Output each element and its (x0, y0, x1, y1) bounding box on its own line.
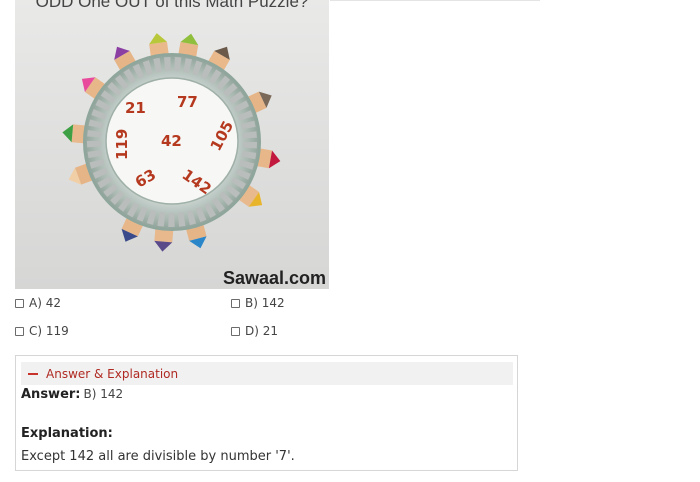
answer-panel: Answer & Explanation Answer: B) 142 Expla… (15, 355, 518, 471)
option-d[interactable]: D) 21 (231, 324, 278, 338)
option-d-label: D) 21 (245, 324, 279, 338)
checkbox-b[interactable] (231, 298, 240, 308)
number-77: 77 (177, 93, 198, 111)
answer-value: B) 142 (83, 387, 124, 401)
collapse-minus-icon (28, 372, 38, 375)
brand-watermark: Sawaal.com (222, 268, 326, 288)
answer-line: Answer: B) 142 (21, 387, 123, 402)
number-21: 21 (125, 99, 146, 117)
answer-toggle[interactable]: Answer & Explanation (21, 362, 513, 385)
checkbox-a[interactable] (15, 298, 24, 308)
top-divider (330, 0, 540, 1)
option-b-label: B) 142 (245, 296, 285, 310)
option-a-label: A) 42 (29, 296, 61, 310)
number-42: 42 (161, 132, 182, 150)
explanation-label: Explanation: (21, 426, 113, 441)
option-c[interactable]: C) 119 (15, 324, 69, 338)
option-b[interactable]: B) 142 (231, 296, 285, 310)
pencil-cup-illustration: 21 77 119 42 105 63 142 (62, 33, 281, 252)
explanation-text: Except 142 all are divisible by number '… (21, 449, 295, 464)
checkbox-c[interactable] (15, 326, 24, 336)
answer-toggle-label: Answer & Explanation (46, 366, 179, 381)
number-119: 119 (113, 129, 131, 160)
option-c-label: C) 119 (29, 324, 69, 338)
checkbox-d[interactable] (231, 326, 240, 336)
answer-label: Answer: (21, 387, 81, 402)
puzzle-image: ODD One OUT of this Math Puzzle? 21 77 1… (15, 0, 329, 289)
option-a[interactable]: A) 42 (15, 296, 61, 310)
